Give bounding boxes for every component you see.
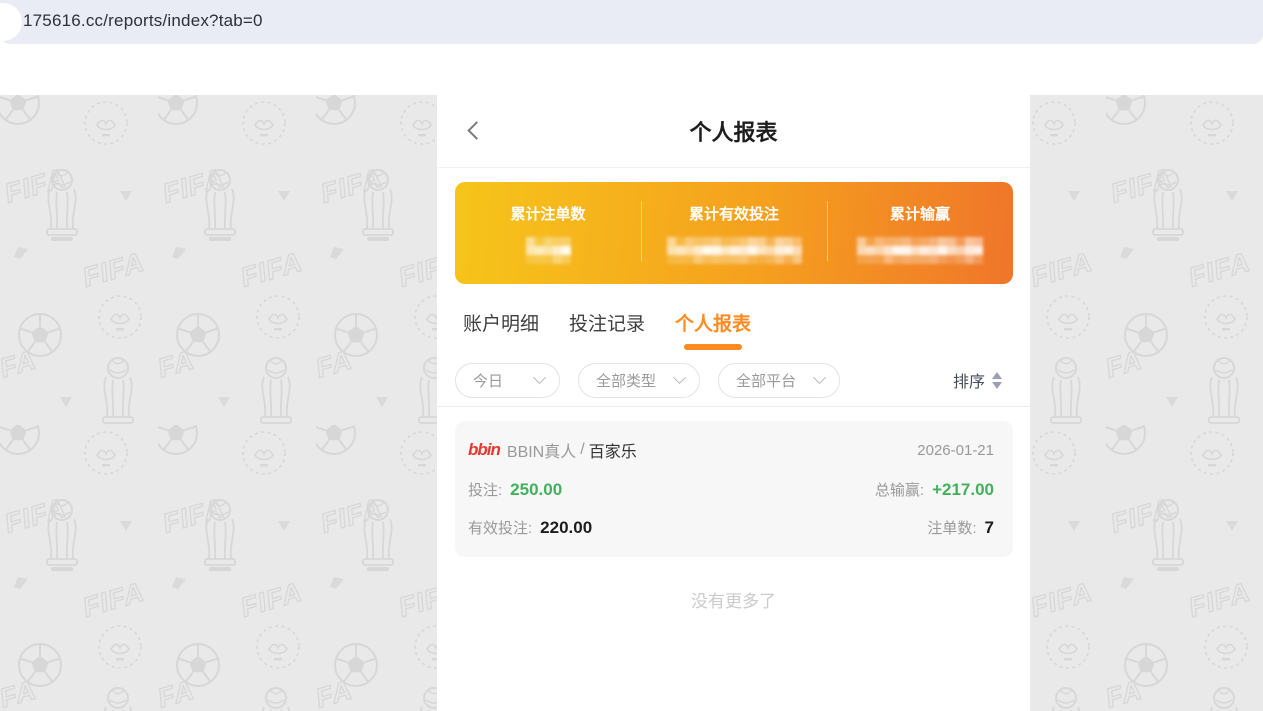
valid-bet-value: 220.00 — [540, 518, 592, 538]
bet-value: 250.00 — [510, 480, 562, 500]
back-button[interactable] — [463, 119, 489, 145]
record-header: bbin BBIN真人 / 百家乐 2026-01-21 — [468, 438, 994, 462]
sort-arrows-icon — [992, 372, 1002, 389]
record-date: 2026-01-21 — [917, 442, 994, 459]
chevron-down-icon — [533, 371, 546, 384]
chevron-down-icon — [813, 371, 826, 384]
valid-bet-label: 有效投注: — [468, 517, 532, 538]
bbin-logo: bbin — [468, 440, 500, 460]
masked-value — [667, 237, 802, 264]
game-name: 百家乐 — [589, 438, 637, 462]
page-header: 个人报表 — [437, 95, 1030, 168]
tab-account-details[interactable]: 账户明细 — [463, 309, 539, 354]
filter-bar: 今日 全部类型 全部平台 排序 — [437, 354, 1030, 407]
winloss-value: +217.00 — [932, 480, 994, 500]
tab-bar: 账户明细 投注记录 个人报表 — [437, 284, 1030, 354]
separator: / — [580, 441, 584, 459]
stat-label: 累计输赢 — [890, 203, 950, 224]
stat-label: 累计注单数 — [510, 203, 585, 224]
dropdown-label: 全部平台 — [736, 370, 796, 391]
tab-personal-report[interactable]: 个人报表 — [675, 309, 751, 354]
record-row-1: 投注: 250.00 总输赢: +217.00 — [468, 479, 994, 500]
stat-winloss: 累计输赢 — [827, 182, 1013, 284]
summary-card: 累计注单数 累计有效投注 累计输赢 — [455, 182, 1013, 284]
tab-bet-records[interactable]: 投注记录 — [569, 309, 645, 354]
stat-total-bets: 累计注单数 — [455, 182, 641, 284]
address-bar-circle — [0, 3, 22, 41]
page-title: 个人报表 — [689, 115, 777, 147]
sort-label: 排序 — [953, 368, 985, 392]
date-filter-dropdown[interactable]: 今日 — [455, 363, 560, 398]
type-filter-dropdown[interactable]: 全部类型 — [578, 363, 700, 398]
divider — [641, 201, 642, 261]
report-record-card[interactable]: bbin BBIN真人 / 百家乐 2026-01-21 投注: 250.00 … — [455, 421, 1013, 557]
provider-name: BBIN真人 — [507, 438, 576, 462]
divider — [827, 201, 828, 261]
report-panel: 个人报表 累计注单数 累计有效投注 累计输赢 账户明细 投注记录 个人报表 今日… — [437, 95, 1030, 711]
platform-filter-dropdown[interactable]: 全部平台 — [718, 363, 840, 398]
masked-value — [857, 237, 983, 264]
dropdown-label: 全部类型 — [596, 370, 656, 391]
no-more-text: 没有更多了 — [437, 587, 1030, 612]
bet-label: 投注: — [468, 479, 502, 500]
record-row-2: 有效投注: 220.00 注单数: 7 — [468, 517, 994, 538]
stat-label: 累计有效投注 — [689, 203, 779, 224]
url-text[interactable]: 175616.cc/reports/index?tab=0 — [23, 11, 263, 31]
dropdown-label: 今日 — [473, 370, 503, 391]
winloss-label: 总输赢: — [875, 479, 924, 500]
sort-control[interactable]: 排序 — [953, 368, 1002, 392]
chevron-down-icon — [673, 371, 686, 384]
chevron-left-icon — [467, 121, 485, 139]
bet-count-value: 7 — [985, 518, 994, 538]
bet-count-label: 注单数: — [927, 517, 976, 538]
stat-valid-bets: 累计有效投注 — [641, 182, 827, 284]
browser-address-bar[interactable]: 175616.cc/reports/index?tab=0 — [0, 0, 1263, 44]
masked-value — [526, 237, 571, 264]
